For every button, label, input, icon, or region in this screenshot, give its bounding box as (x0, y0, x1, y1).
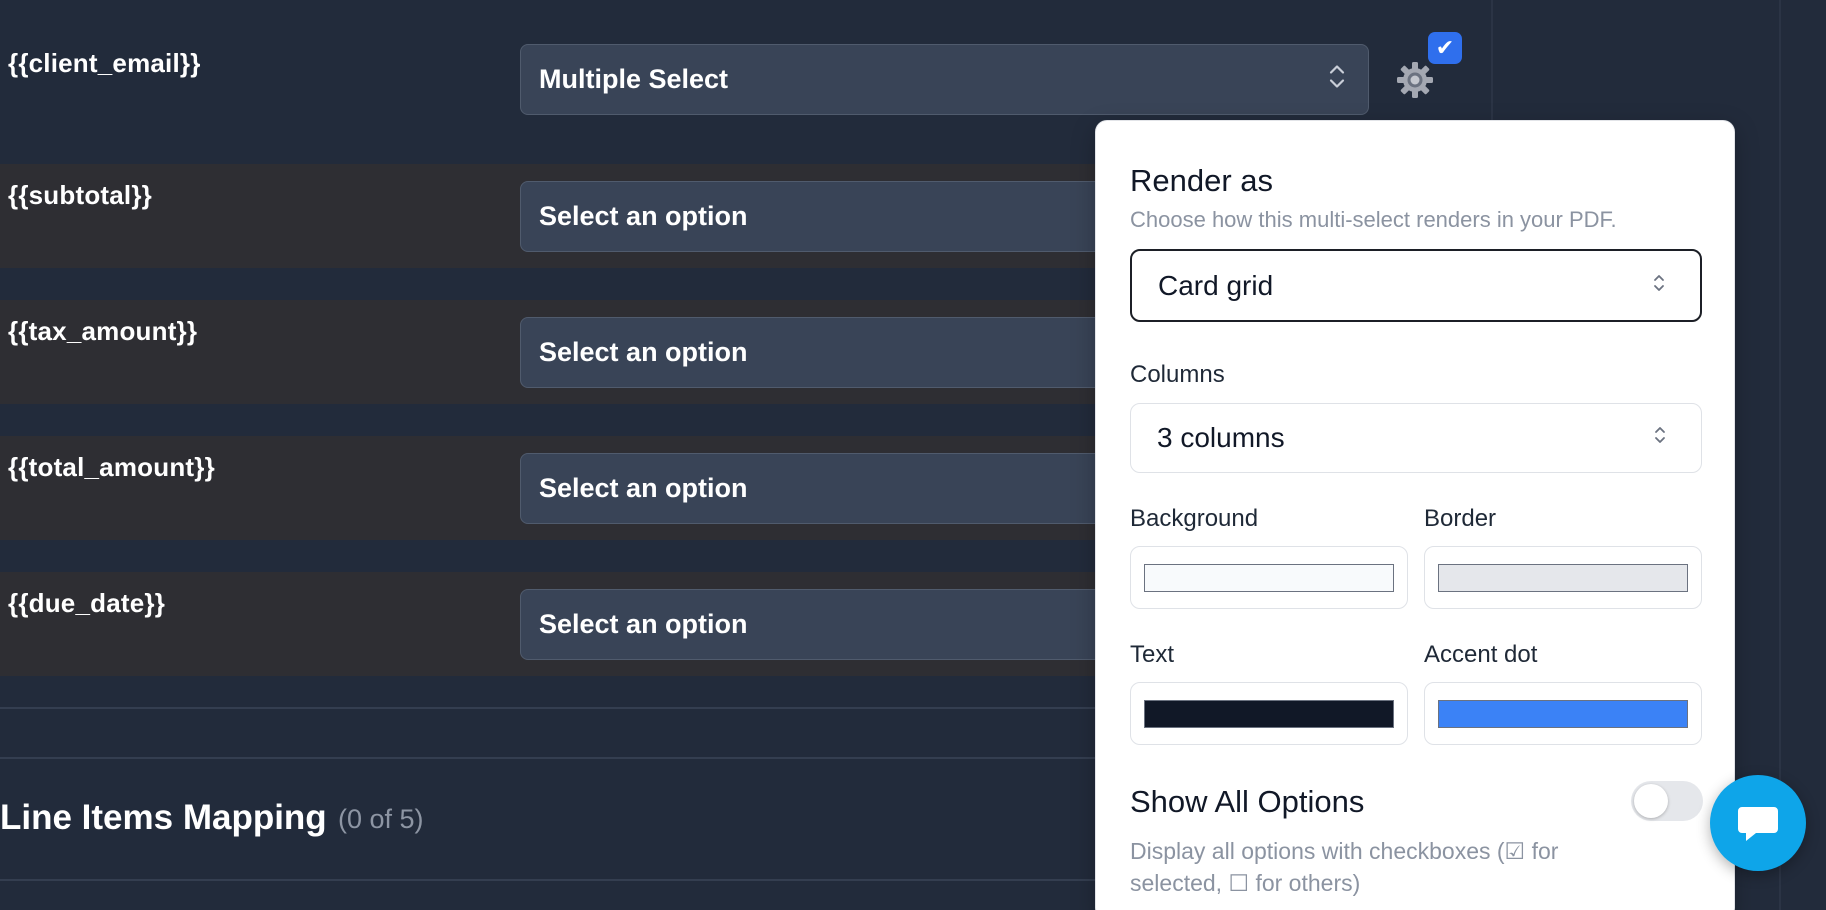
toggle-knob (1634, 784, 1668, 818)
section-title: Line Items Mapping (0, 798, 327, 837)
render-as-select[interactable]: Card grid (1130, 249, 1702, 322)
select-value: 3 columns (1157, 422, 1285, 453)
show-all-options-description: Display all options with checkboxes (☑ f… (1130, 838, 1559, 896)
color-swatch (1438, 564, 1688, 592)
render-settings-popover: Render as Choose how this multi-select r… (1095, 120, 1735, 910)
popover-subtitle: Choose how this multi-select renders in … (1130, 207, 1617, 232)
field-label: {{tax_amount}} (8, 316, 198, 346)
text-color-picker[interactable] (1130, 682, 1408, 745)
gear-icon[interactable] (1395, 60, 1435, 100)
background-color-picker[interactable] (1130, 546, 1408, 609)
border-color-label: Border (1424, 505, 1497, 532)
select-value: Select an option (539, 201, 748, 231)
show-all-options-title: Show All Options (1130, 784, 1365, 819)
field-type-select[interactable]: Multiple Select (520, 44, 1369, 115)
background-color-label: Background (1130, 505, 1259, 532)
chevron-updown-icon (1328, 61, 1346, 98)
border-color-picker[interactable] (1424, 546, 1702, 609)
text-color-label: Text (1130, 641, 1175, 668)
color-swatch (1438, 700, 1688, 728)
columns-select[interactable]: 3 columns (1130, 403, 1702, 473)
column-divider (1779, 0, 1781, 910)
select-value: Multiple Select (539, 64, 729, 94)
field-label: {{total_amount}} (8, 452, 215, 482)
popover-title: Render as (1130, 163, 1274, 198)
chat-button[interactable] (1710, 775, 1806, 871)
field-label: {{client_email}} (8, 48, 201, 78)
accent-color-label: Accent dot (1424, 641, 1538, 668)
select-value: Select an option (539, 337, 748, 367)
select-value: Card grid (1158, 269, 1274, 301)
field-label: {{subtotal}} (8, 180, 152, 210)
chevron-updown-icon (1652, 270, 1666, 302)
section-count: (0 of 5) (338, 804, 424, 834)
field-label: {{due_date}} (8, 588, 166, 618)
chevron-updown-icon (1653, 422, 1667, 454)
chat-bubble-icon (1738, 807, 1778, 841)
color-swatch (1144, 700, 1394, 728)
show-all-options-toggle[interactable] (1631, 781, 1703, 821)
select-value: Select an option (539, 609, 748, 639)
color-swatch (1144, 564, 1394, 592)
check-badge-icon[interactable]: ✔ (1428, 32, 1462, 64)
columns-label: Columns (1130, 361, 1225, 388)
select-value: Select an option (539, 473, 748, 503)
accent-color-picker[interactable] (1424, 682, 1702, 745)
